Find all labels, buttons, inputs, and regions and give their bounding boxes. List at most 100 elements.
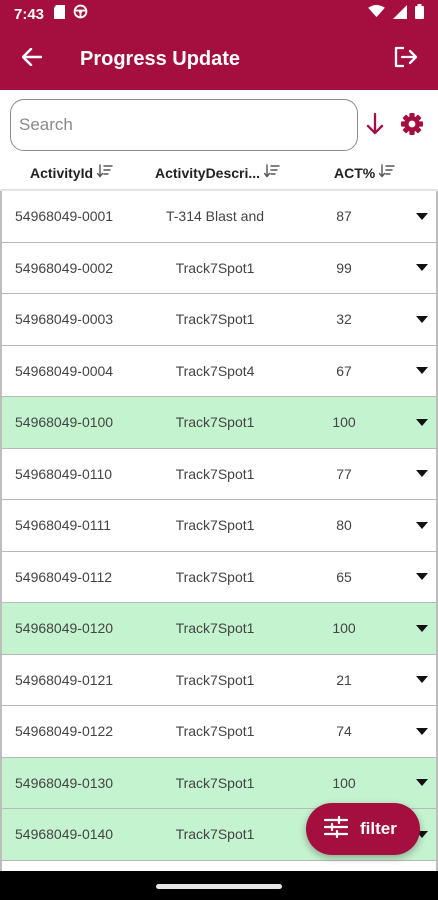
activity-description: Track7Spot1: [175, 568, 255, 585]
app-bar: Progress Update: [0, 28, 438, 90]
table-row[interactable]: 54968049-0110 Track7Spot1 77: [0, 448, 438, 500]
activity-description: Track7Spot1: [175, 826, 255, 842]
activity-description: Track7Spot1: [175, 414, 255, 430]
search-row: [0, 90, 438, 156]
activity-id: 54968049-0111: [15, 517, 112, 533]
back-button[interactable]: [0, 28, 64, 90]
activity-id: 54968049-0002: [15, 259, 114, 276]
activity-description: Track7Spot1: [175, 311, 255, 327]
status-bar: 7:43: [0, 0, 438, 28]
sort-icon: [260, 164, 280, 181]
table-row[interactable]: 54968049-0122 Track7Spot1 74: [0, 706, 438, 758]
act-percent: 87: [336, 208, 352, 224]
search-input[interactable]: [19, 100, 349, 150]
sort-direction-button[interactable]: [364, 112, 386, 140]
activity-id: 54968049-0140: [15, 826, 114, 842]
dropdown-arrow-icon[interactable]: [414, 466, 430, 482]
navigation-bar: [0, 871, 438, 900]
tune-icon: [323, 815, 349, 843]
dropdown-arrow-icon[interactable]: [414, 672, 430, 688]
table-row[interactable]: 54968049-0130 Track7Spot1 100: [0, 757, 438, 809]
status-time: 7:43: [14, 5, 45, 23]
column-label: ACT%: [334, 164, 376, 181]
activity-id: 54968049-0130: [15, 774, 114, 791]
act-percent: 77: [336, 465, 352, 482]
activity-description: Track7Spot1: [175, 620, 255, 636]
column-label: ActivityId: [30, 164, 94, 181]
gear-icon: [400, 112, 424, 141]
arrow-down-icon: [366, 112, 384, 140]
table-row[interactable]: 54968049-0001 T-314 Blast and 87: [0, 191, 438, 243]
activity-id: 54968049-0112: [15, 568, 113, 585]
sort-icon: [375, 164, 395, 181]
arrow-back-icon: [21, 47, 43, 71]
table-row[interactable]: [0, 860, 438, 872]
dropdown-arrow-icon[interactable]: [414, 723, 430, 739]
activity-id: 54968049-0001: [15, 208, 114, 224]
table-row[interactable]: 54968049-0100 Track7Spot1 100: [0, 397, 438, 449]
dropdown-arrow-icon[interactable]: [414, 517, 430, 533]
act-percent: 100: [332, 620, 356, 636]
progress-update-screen: 7:43 Progress Update Search ActivityId A…: [0, 0, 438, 900]
act-percent: [324, 861, 364, 872]
activity-id: 54968049-0004: [15, 362, 114, 379]
activity-description: Track7Spot1: [175, 465, 255, 482]
table-row[interactable]: 54968049-0004 Track7Spot4 67: [0, 345, 438, 397]
logout-button[interactable]: [374, 28, 438, 90]
act-percent: 65: [336, 568, 352, 585]
act-percent: 80: [336, 517, 352, 533]
signal-icon: [393, 4, 407, 24]
dropdown-arrow-icon[interactable]: [414, 620, 430, 636]
column-header-activity-id[interactable]: ActivityId: [30, 164, 113, 181]
logout-icon: [394, 46, 418, 73]
home-handle[interactable]: [156, 884, 282, 889]
activity-description: [155, 861, 275, 872]
activity-description: Track7Spot1: [175, 723, 255, 739]
dropdown-arrow-icon[interactable]: [414, 208, 430, 224]
act-percent: 100: [332, 414, 356, 430]
act-percent: 74: [336, 723, 352, 739]
table-row[interactable]: 54968049-0003 Track7Spot1 32: [0, 294, 438, 346]
search-box: [10, 99, 358, 151]
column-label: ActivityDescri...: [155, 164, 261, 181]
table-row[interactable]: 54968049-0121 Track7Spot1 21: [0, 654, 438, 706]
act-percent: 32: [336, 311, 352, 327]
column-header-activity-description[interactable]: ActivityDescri...: [155, 164, 280, 181]
filter-label: filter: [360, 819, 397, 838]
activity-id: 54968049-0120: [15, 620, 114, 636]
settings-button[interactable]: [398, 112, 426, 140]
page-title: Progress Update: [80, 47, 241, 70]
filter-button[interactable]: filter: [306, 803, 420, 855]
dropdown-arrow-icon[interactable]: [414, 414, 430, 430]
act-percent: 99: [336, 259, 352, 276]
activity-list[interactable]: 54968049-0001 T-314 Blast and 87 54968049-0…: [0, 191, 438, 871]
dropdown-arrow-icon[interactable]: [414, 569, 430, 585]
battery-icon: [415, 4, 424, 24]
table-row[interactable]: 54968049-0111 Track7Spot1 80: [0, 500, 438, 552]
steering-icon: [73, 4, 88, 24]
act-percent: 21: [336, 671, 352, 688]
activity-description: Track7Spot1: [175, 259, 255, 276]
activity-description: Track7Spot1: [175, 774, 255, 791]
table-row[interactable]: 54968049-0002 Track7Spot1 99: [0, 242, 438, 294]
column-header-act-percent[interactable]: ACT%: [334, 164, 395, 181]
dropdown-arrow-icon[interactable]: [414, 775, 430, 791]
act-percent: 100: [332, 774, 356, 791]
activity-id: 54968049-0003: [15, 311, 114, 327]
activity-id: 54968049-0110: [15, 465, 113, 482]
activity-description: Track7Spot1: [175, 671, 255, 688]
activity-description: Track7Spot4: [175, 362, 255, 379]
activity-id: 54968049-0121: [15, 671, 114, 688]
dropdown-arrow-icon[interactable]: [414, 363, 430, 379]
activity-id: 54968049-0100: [15, 414, 114, 430]
table-row[interactable]: 54968049-0120 Track7Spot1 100: [0, 603, 438, 655]
dropdown-arrow-icon[interactable]: [414, 260, 430, 276]
wifi-icon: [368, 5, 385, 23]
dropdown-arrow-icon[interactable]: [414, 311, 430, 327]
activity-description: Track7Spot1: [175, 517, 255, 533]
sd-card-icon: [54, 4, 66, 24]
act-percent: 67: [336, 362, 352, 379]
table-row[interactable]: 54968049-0112 Track7Spot1 65: [0, 551, 438, 603]
column-header: ActivityId ActivityDescri... ACT%: [0, 156, 438, 190]
activity-description: T-314 Blast and: [165, 208, 265, 224]
